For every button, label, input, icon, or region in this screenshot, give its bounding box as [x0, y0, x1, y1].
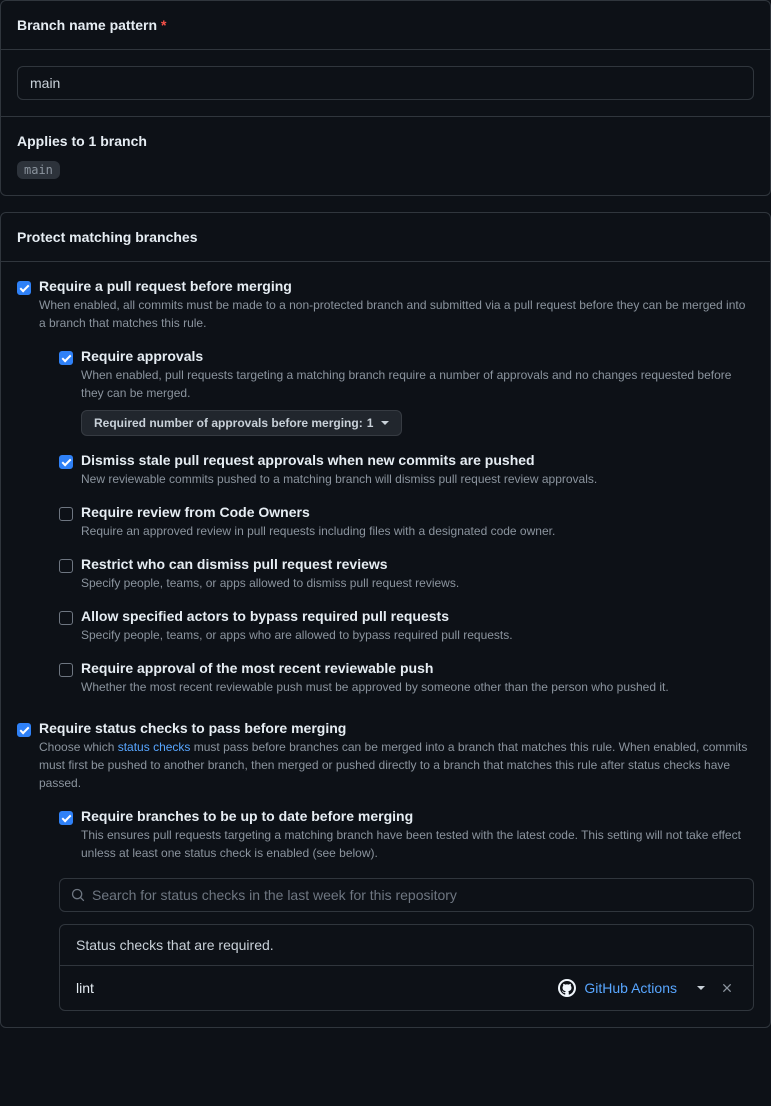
- required-star-icon: *: [161, 17, 166, 33]
- dismiss-stale-option: Dismiss stale pull request approvals whe…: [59, 452, 754, 488]
- code-owners-label: Require review from Code Owners: [81, 504, 754, 520]
- protect-header: Protect matching branches: [1, 213, 770, 262]
- applies-title: Applies to 1 branch: [17, 133, 754, 149]
- remove-check-button[interactable]: [717, 978, 737, 998]
- code-owners-option: Require review from Code Owners Require …: [59, 504, 754, 540]
- up-to-date-option: Require branches to be up to date before…: [59, 808, 754, 862]
- recent-push-desc: Whether the most recent reviewable push …: [81, 678, 754, 696]
- required-check-name: lint: [76, 980, 550, 996]
- github-logo-icon: [558, 979, 576, 997]
- recent-push-checkbox[interactable]: [59, 663, 73, 677]
- up-to-date-checkbox[interactable]: [59, 811, 73, 825]
- status-checks-option: Require status checks to pass before mer…: [17, 720, 754, 1011]
- restrict-dismiss-checkbox[interactable]: [59, 559, 73, 573]
- require-pr-nested: Require approvals When enabled, pull req…: [59, 348, 754, 696]
- branch-pattern-panel: Branch name pattern* Applies to 1 branch…: [0, 0, 771, 196]
- restrict-dismiss-label: Restrict who can dismiss pull request re…: [81, 556, 754, 572]
- approvals-dropdown-value: 1: [367, 416, 374, 430]
- code-owners-checkbox[interactable]: [59, 507, 73, 521]
- status-checks-checkbox[interactable]: [17, 723, 31, 737]
- caret-down-icon: [381, 421, 389, 425]
- dismiss-stale-label: Dismiss stale pull request approvals whe…: [81, 452, 754, 468]
- require-pr-label: Require a pull request before merging: [39, 278, 754, 294]
- require-approvals-option: Require approvals When enabled, pull req…: [59, 348, 754, 436]
- bypass-actors-option: Allow specified actors to bypass require…: [59, 608, 754, 644]
- require-approvals-desc: When enabled, pull requests targeting a …: [81, 366, 754, 402]
- branch-pattern-header: Branch name pattern*: [1, 1, 770, 50]
- require-pr-option: Require a pull request before merging Wh…: [17, 278, 754, 696]
- require-pr-desc: When enabled, all commits must be made t…: [39, 296, 754, 332]
- require-approvals-checkbox[interactable]: [59, 351, 73, 365]
- required-check-row: lint GitHub Actions: [60, 966, 753, 1010]
- restrict-dismiss-option: Restrict who can dismiss pull request re…: [59, 556, 754, 592]
- status-checks-link[interactable]: status checks: [118, 740, 191, 754]
- required-checks-header: Status checks that are required.: [60, 925, 753, 966]
- status-search-input[interactable]: [59, 878, 754, 912]
- required-check-source[interactable]: GitHub Actions: [584, 980, 677, 996]
- recent-push-option: Require approval of the most recent revi…: [59, 660, 754, 696]
- bypass-actors-checkbox[interactable]: [59, 611, 73, 625]
- up-to-date-desc: This ensures pull requests targeting a m…: [81, 826, 754, 862]
- approvals-dropdown-prefix: Required number of approvals before merg…: [94, 416, 363, 430]
- protect-panel: Protect matching branches Require a pull…: [0, 212, 771, 1028]
- branch-pattern-label: Branch name pattern: [17, 17, 157, 33]
- bypass-actors-label: Allow specified actors to bypass require…: [81, 608, 754, 624]
- branch-chip: main: [17, 161, 60, 179]
- required-checks-box: Status checks that are required. lint Gi…: [59, 924, 754, 1011]
- applies-section: Applies to 1 branch main: [1, 116, 770, 195]
- approvals-count-dropdown[interactable]: Required number of approvals before merg…: [81, 410, 402, 436]
- status-checks-label: Require status checks to pass before mer…: [39, 720, 754, 736]
- branch-pattern-input[interactable]: [17, 66, 754, 100]
- code-owners-desc: Require an approved review in pull reque…: [81, 522, 754, 540]
- protect-body: Require a pull request before merging Wh…: [1, 262, 770, 1027]
- close-icon: [720, 981, 734, 995]
- status-checks-desc: Choose which status checks must pass bef…: [39, 738, 754, 792]
- branch-pattern-body: [1, 50, 770, 116]
- require-approvals-label: Require approvals: [81, 348, 754, 364]
- source-dropdown-button[interactable]: [689, 978, 709, 998]
- up-to-date-label: Require branches to be up to date before…: [81, 808, 754, 824]
- recent-push-label: Require approval of the most recent revi…: [81, 660, 754, 676]
- bypass-actors-desc: Specify people, teams, or apps who are a…: [81, 626, 754, 644]
- restrict-dismiss-desc: Specify people, teams, or apps allowed t…: [81, 574, 754, 592]
- dismiss-stale-desc: New reviewable commits pushed to a match…: [81, 470, 754, 488]
- search-icon: [71, 888, 85, 902]
- status-search-wrap: [59, 878, 754, 912]
- status-checks-nested: Require branches to be up to date before…: [59, 808, 754, 1011]
- dismiss-stale-checkbox[interactable]: [59, 455, 73, 469]
- caret-down-icon: [697, 986, 705, 990]
- require-pr-checkbox[interactable]: [17, 281, 31, 295]
